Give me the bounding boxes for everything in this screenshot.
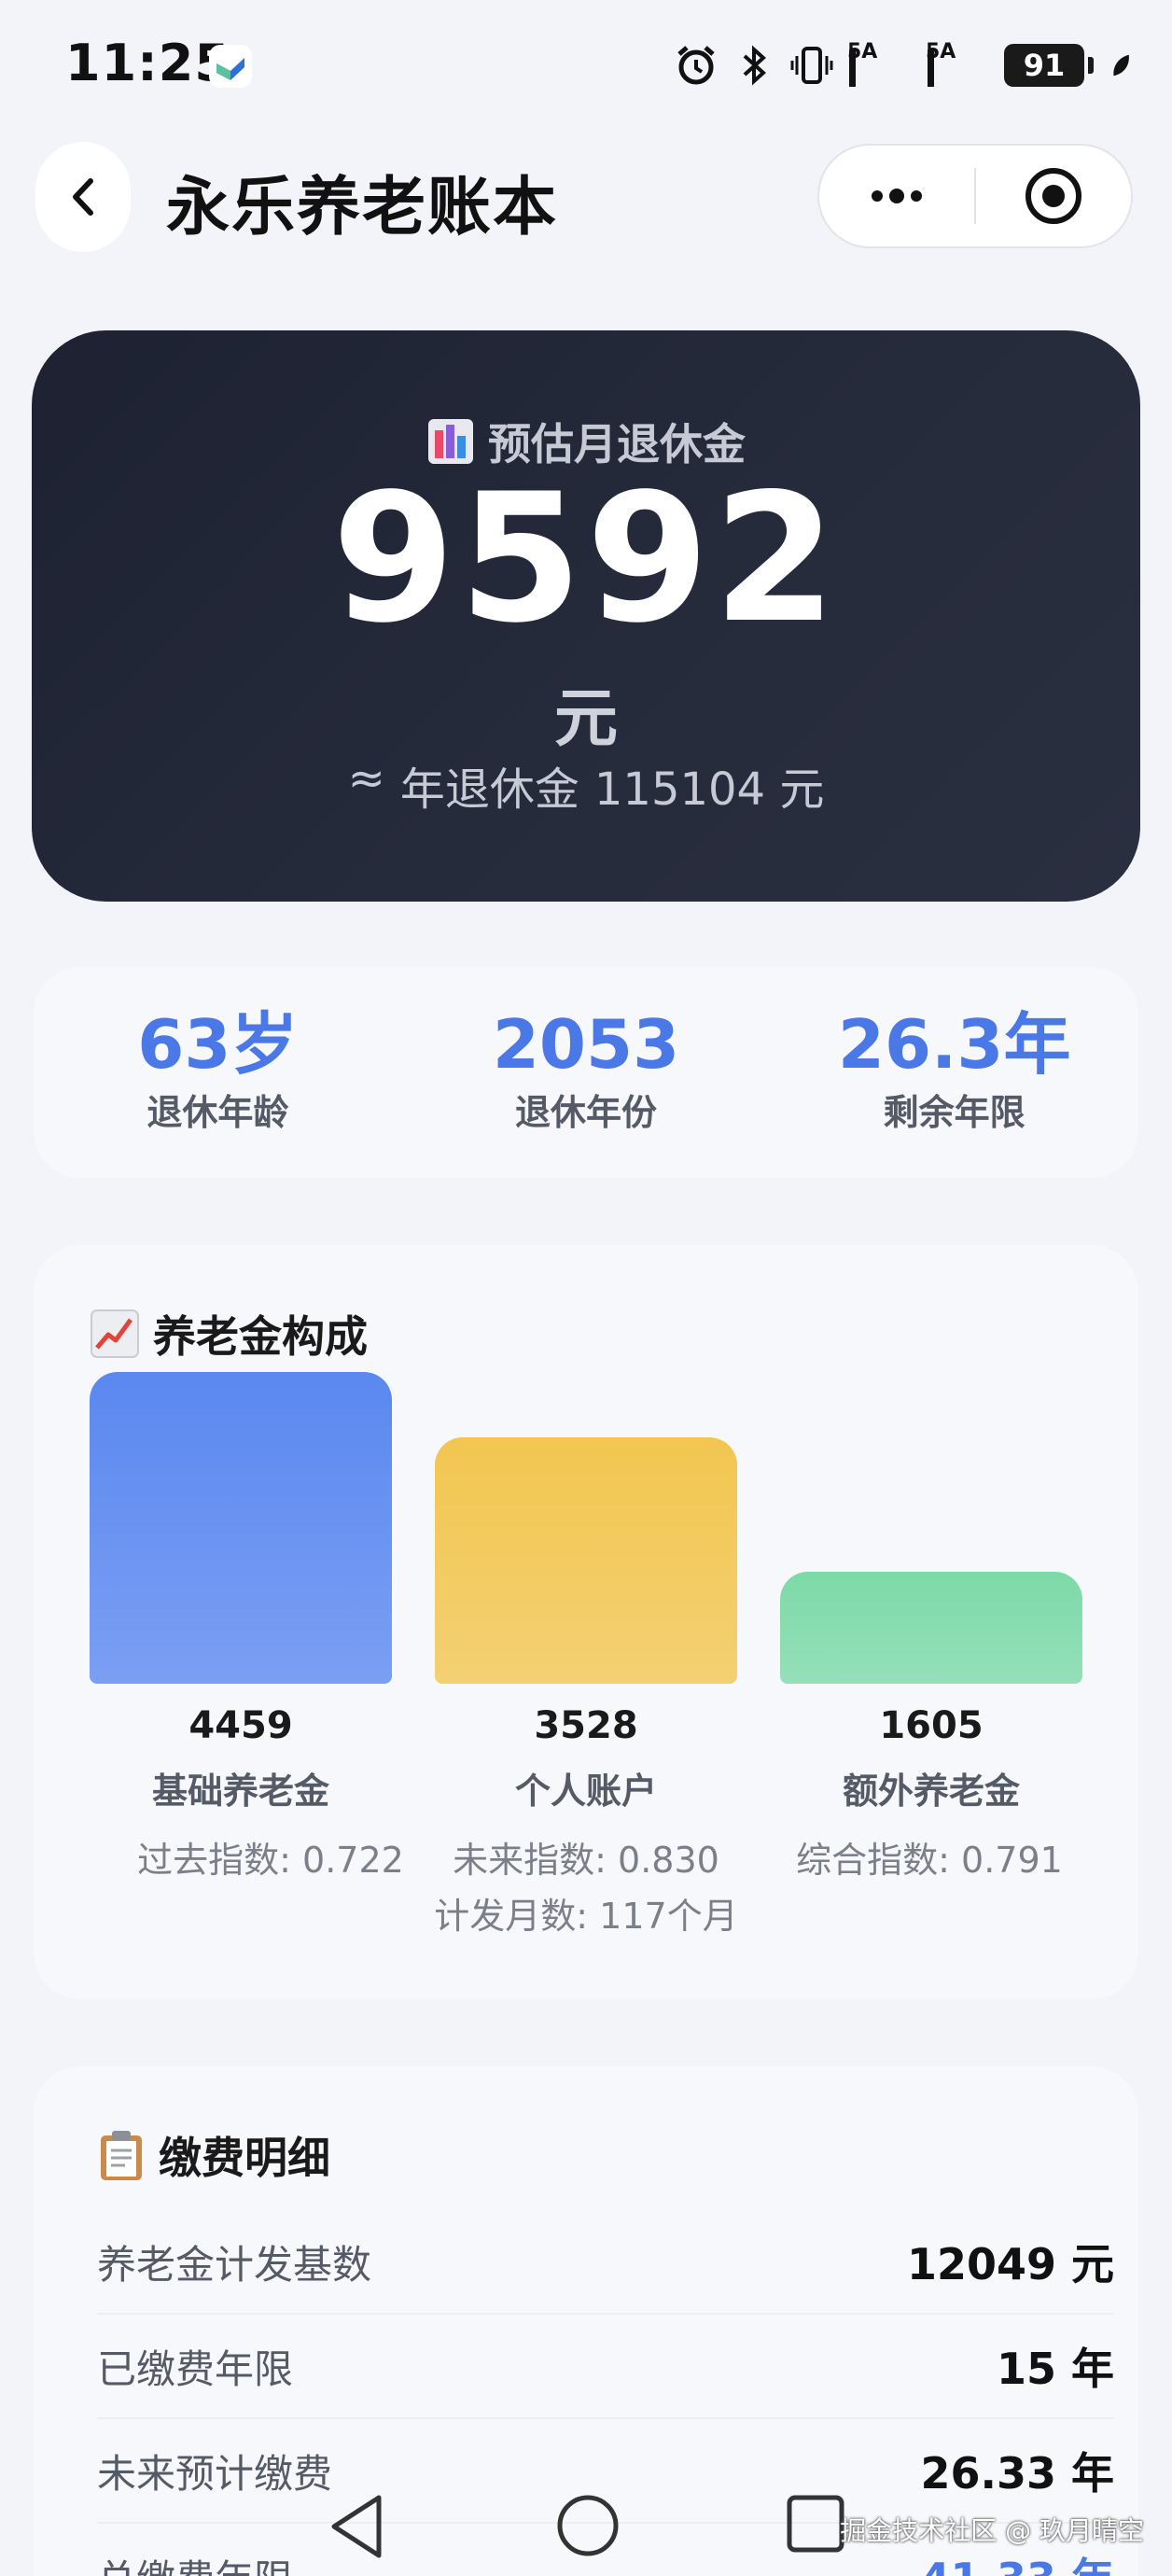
bar-value-label: 4459: [188, 1704, 293, 1747]
annual-pension-label: 年退休金: [399, 763, 579, 816]
annual-pension-value: 115104 元: [593, 763, 825, 816]
combined-index-note: 综合指数: 0.791: [796, 1840, 1063, 1881]
monthly-pension-value: 9592: [331, 455, 841, 662]
detail-label: 养老金计发基数: [97, 2241, 372, 2288]
clipboard-emoji-icon: [101, 2131, 142, 2180]
stat-retire-year: 2053 退休年份: [402, 1004, 771, 1136]
details-title: 缴费明细: [159, 2133, 330, 2183]
payout-months-note: 计发月数: 117个月: [434, 1896, 738, 1937]
back-triangle-icon[interactable]: [327, 2492, 386, 2561]
stat-label: 退休年份: [515, 1092, 658, 1134]
pension-summary-card: 预估月退休金 9592 元 ≈ 年退休金 115104 元: [32, 330, 1140, 902]
app-notification-icon: [209, 45, 252, 88]
stat-value: 26.3年: [837, 1004, 1071, 1084]
signal-1-icon: 5A: [847, 40, 913, 87]
pension-composition-card: 养老金构成 4459 基础养老金 3528 个人账户 1605 额外养老金 过去指数: 0…: [34, 1245, 1138, 1999]
target-circle-icon: [1026, 168, 1081, 224]
stat-value: 63岁: [137, 1004, 299, 1084]
detail-value: 12049 元: [906, 2239, 1114, 2289]
stat-remaining-years: 26.3年 剩余年限: [770, 1004, 1138, 1136]
stat-label: 退休年龄: [146, 1092, 289, 1134]
watermark: 掘金技术社区 @ 玖月晴空: [840, 2515, 1144, 2546]
bar-category-label: 个人账户: [514, 1771, 657, 1812]
stat-label: 剩余年限: [883, 1092, 1026, 1134]
signal-2-icon: 5A: [926, 40, 991, 87]
detail-row: 已缴费年限 15 年: [97, 2315, 1114, 2419]
retirement-stats-card: 63岁 退休年龄 2053 退休年份 26.3年 剩余年限: [34, 967, 1138, 1178]
bar-category-label: 基础养老金: [151, 1771, 329, 1812]
alarm-icon: [677, 46, 715, 85]
status-icons: 5A 5A 91: [674, 34, 1135, 97]
bar-3: [780, 1572, 1082, 1684]
page-title: 永乐养老账本: [166, 171, 559, 245]
battery-level: 91: [1004, 44, 1084, 87]
bar-category-label: 额外养老金: [842, 1771, 1020, 1812]
vibrate-icon: [790, 47, 833, 84]
status-bar: 11:25 5A 5A 91: [0, 0, 1172, 131]
more-button[interactable]: [819, 146, 974, 246]
home-circle-icon[interactable]: [554, 2492, 621, 2559]
recents-square-icon[interactable]: [784, 2492, 847, 2555]
bar-2: [435, 1437, 737, 1684]
detail-label: 已缴费年限: [97, 2345, 294, 2392]
annual-pension-line: ≈ 年退休金 115104 元: [32, 752, 1140, 818]
back-button[interactable]: [35, 142, 131, 252]
detail-row: 养老金计发基数 12049 元: [97, 2210, 1114, 2315]
future-index-note: 未来指数: 0.830: [453, 1840, 719, 1881]
detail-value: 15 年: [996, 2344, 1114, 2394]
stat-value: 2053: [492, 1004, 680, 1084]
app-screen: 11:25 5A 5A 91 永乐养老账本 预估月退休金 9592 元 ≈ 年退…: [0, 0, 1172, 2576]
battery-icon: 91: [1004, 44, 1094, 87]
stat-retire-age: 63岁 退休年龄: [34, 1004, 402, 1136]
more-dots-icon: [872, 189, 922, 203]
chevron-left-icon: [73, 178, 93, 216]
approx-sign: ≈: [347, 752, 385, 805]
bar-value-label: 3528: [534, 1704, 638, 1747]
miniapp-capsule: [817, 144, 1133, 248]
past-index-note: 过去指数: 0.722: [137, 1840, 404, 1881]
bluetooth-icon: [743, 45, 766, 86]
composition-chart: 4459 基础养老金 3528 个人账户 1605 额外养老金: [34, 1245, 1138, 1999]
close-miniapp-button[interactable]: [976, 146, 1131, 246]
bar-value-label: 1605: [879, 1704, 984, 1747]
bar-1: [90, 1372, 392, 1684]
monthly-pension-unit: 元: [553, 682, 618, 756]
leaf-icon: [1113, 54, 1129, 77]
status-time: 11:25: [65, 34, 230, 92]
